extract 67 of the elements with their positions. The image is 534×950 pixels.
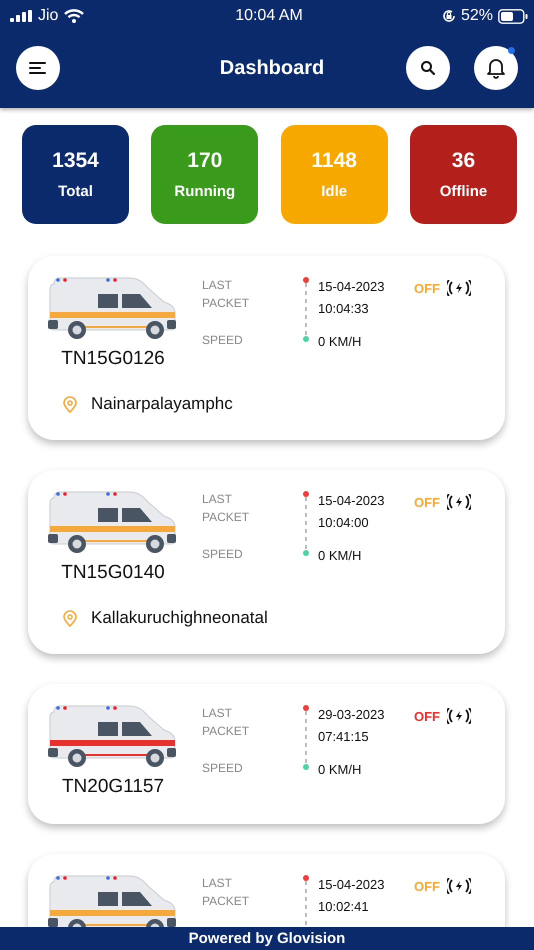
stat-count: 170 xyxy=(187,149,222,173)
signal-bolt-icon xyxy=(447,494,471,510)
packet-time: 10:02:41 xyxy=(318,898,370,916)
stat-count: 1148 xyxy=(311,149,357,173)
speed-value: 0 KM/H xyxy=(318,547,362,565)
status-text: OFF xyxy=(414,708,440,724)
stat-tile[interactable]: 36 Offline xyxy=(410,125,517,224)
bell-icon xyxy=(486,57,506,79)
packet-date: 15-04-2023 xyxy=(318,278,386,296)
vehicle-card[interactable]: TN15G0126 LAST PACKET SPEED 15-04-2023 10:04:33 0 KM/H OFF Nainarpalayamphc xyxy=(28,256,505,440)
location-name: Kallakuruchighneonatal xyxy=(91,608,268,628)
vehicle-card[interactable]: LAST PACKET 15-04-2023 10:02:41 OFF xyxy=(28,854,505,927)
status-text: OFF xyxy=(414,494,440,510)
last-packet-label: LAST PACKET xyxy=(202,277,250,312)
rotation-lock-icon xyxy=(442,9,456,23)
stat-count: 1354 xyxy=(52,149,99,173)
packet-date: 15-04-2023 xyxy=(318,876,386,894)
last-packet-label: LAST PACKET xyxy=(202,491,250,526)
vehicle-number: TN15G0126 xyxy=(61,348,165,370)
speed-value: 0 KM/H xyxy=(318,333,362,351)
status-text: OFF xyxy=(414,280,440,296)
stat-label: Offline xyxy=(440,183,488,200)
vehicle-card[interactable]: TN15G0140 LAST PACKET SPEED 15-04-2023 10:04:00 0 KM/H OFF Kallakuruchighneonatal xyxy=(28,470,505,654)
vehicle-number: TN20G1157 xyxy=(62,776,164,798)
footer-bar: Powered by Glovision xyxy=(0,927,534,950)
stat-tile[interactable]: 1354 Total xyxy=(22,125,129,224)
wifi-icon xyxy=(64,9,84,23)
packet-date: 15-04-2023 xyxy=(318,492,386,510)
signal-bolt-icon xyxy=(447,280,471,296)
speed-label: SPEED xyxy=(202,332,244,349)
speed-label: SPEED xyxy=(202,546,244,563)
last-packet-label: LAST PACKET xyxy=(202,705,250,740)
packet-time: 10:04:33 xyxy=(318,300,370,318)
vehicle-card[interactable]: TN20G1157 LAST PACKET SPEED 29-03-2023 07:41:15 0 KM/H OFF xyxy=(28,684,505,824)
timeline-icon xyxy=(302,704,310,772)
signal-bolt-icon xyxy=(447,708,471,724)
carrier-name: Jio xyxy=(38,7,58,25)
timeline-icon xyxy=(302,276,310,344)
packet-date: 29-03-2023 xyxy=(318,706,386,724)
clock-time: 10:04 AM xyxy=(235,7,303,25)
last-packet-label: LAST PACKET xyxy=(202,875,250,910)
search-icon xyxy=(420,60,436,76)
menu-icon xyxy=(29,61,47,75)
stat-label: Idle xyxy=(321,183,348,200)
battery-percent: 52% xyxy=(460,7,493,25)
status-text: OFF xyxy=(414,878,440,894)
packet-time: 10:04:00 xyxy=(318,514,370,532)
location-pin-icon xyxy=(63,610,77,626)
packet-time: 07:41:15 xyxy=(318,728,370,746)
speed-value: 0 KM/H xyxy=(318,761,362,779)
stat-tile[interactable]: 170 Running xyxy=(151,125,258,224)
timeline-icon xyxy=(302,874,310,927)
signal-icon xyxy=(10,10,32,22)
stat-count: 36 xyxy=(452,149,476,173)
location-pin-icon xyxy=(63,396,77,412)
battery-icon xyxy=(498,8,528,24)
timeline-icon xyxy=(302,490,310,558)
signal-bolt-icon xyxy=(447,878,471,894)
speed-label: SPEED xyxy=(202,760,244,777)
stat-label: Total xyxy=(58,183,93,200)
stat-label: Running xyxy=(174,183,236,200)
location-name: Nainarpalayamphc xyxy=(91,394,233,414)
page-title: Dashboard xyxy=(220,56,324,80)
vehicle-number: TN15G0140 xyxy=(61,562,165,584)
menu-button[interactable] xyxy=(16,46,60,90)
search-button[interactable] xyxy=(406,46,450,90)
notification-button[interactable] xyxy=(474,46,518,90)
